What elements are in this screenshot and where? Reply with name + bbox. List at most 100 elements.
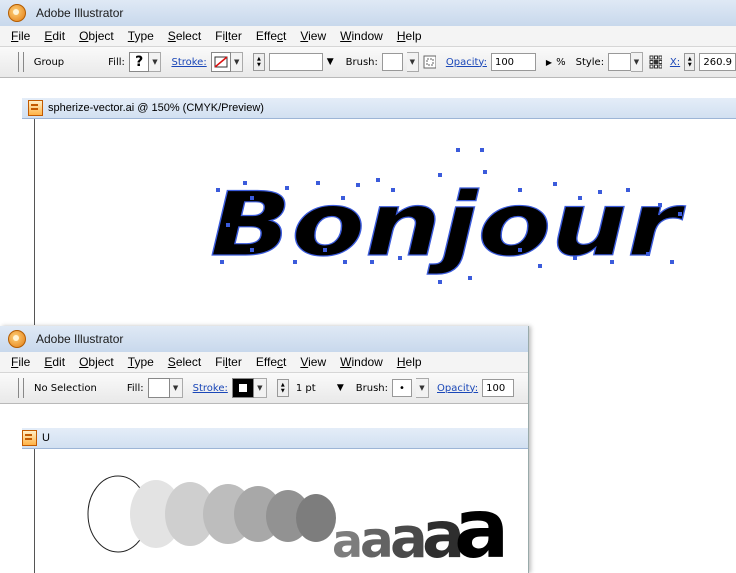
anchor-point[interactable] [376, 178, 380, 182]
fill-swatch[interactable]: ? [128, 52, 150, 72]
menu-item-filter[interactable]: Filter [208, 355, 249, 369]
anchor-point[interactable] [220, 260, 224, 264]
x-position-field[interactable]: 260.9 [699, 53, 736, 71]
palette-grip[interactable] [18, 378, 24, 398]
anchor-point[interactable] [356, 183, 360, 187]
anchor-point[interactable] [391, 188, 395, 192]
menu-item-effect[interactable]: Effect [249, 29, 293, 43]
menu-item-object[interactable]: Object [72, 29, 121, 43]
menu-item-filter[interactable]: Filter [208, 29, 249, 43]
chevron-down-icon[interactable]: ▼ [630, 52, 643, 72]
menu-item-help[interactable]: Help [390, 29, 429, 43]
fill-swatch[interactable] [147, 378, 170, 398]
reference-point-icon[interactable] [649, 55, 662, 69]
menu-item-help[interactable]: Help [390, 355, 429, 369]
opacity-field[interactable]: 100 [482, 379, 515, 397]
anchor-point[interactable] [518, 248, 522, 252]
canvas[interactable]: Bonjour [22, 119, 736, 325]
menu-item-type[interactable]: Type [121, 29, 161, 43]
stroke-label[interactable]: Stroke: [171, 57, 206, 68]
anchor-point[interactable] [573, 256, 577, 260]
anchor-point[interactable] [678, 212, 682, 216]
blend-step-letter[interactable]: a [332, 514, 363, 568]
anchor-point[interactable] [438, 173, 442, 177]
chevron-down-icon[interactable]: ▼ [327, 57, 334, 67]
anchor-point[interactable] [216, 188, 220, 192]
menu-item-file[interactable]: File [4, 355, 37, 369]
anchor-point[interactable] [578, 196, 582, 200]
opacity-label[interactable]: Opacity: [437, 383, 478, 394]
opacity-slider-arrow-icon[interactable]: ▶ [546, 58, 552, 67]
stroke-weight-stepper[interactable]: ▲ ▼ [253, 53, 265, 71]
blend-step-letter[interactable]: a [454, 482, 509, 573]
document-tab[interactable]: U [22, 428, 528, 449]
anchor-point[interactable] [250, 196, 254, 200]
menu-item-window[interactable]: Window [333, 29, 390, 43]
anchor-point[interactable] [293, 260, 297, 264]
chevron-down-icon[interactable]: ▼ [231, 52, 244, 72]
brush-field[interactable] [381, 53, 403, 71]
menu-item-effect[interactable]: Effect [249, 355, 293, 369]
menu-item-window[interactable]: Window [333, 355, 390, 369]
opacity-field[interactable]: 100 [490, 53, 536, 71]
stroke-weight-field[interactable]: 1 pt [293, 380, 333, 396]
chevron-down-icon[interactable]: ▼ [406, 52, 419, 72]
style-swatch[interactable] [608, 53, 631, 71]
anchor-point[interactable] [468, 276, 472, 280]
menu-item-file[interactable]: File [4, 29, 37, 43]
x-position-label[interactable]: X: [670, 57, 680, 68]
anchor-point[interactable] [456, 148, 460, 152]
anchor-point[interactable] [438, 280, 442, 284]
anchor-point[interactable] [398, 256, 402, 260]
stroke-swatch-none[interactable] [210, 52, 232, 72]
stroke-label[interactable]: Stroke: [193, 383, 228, 394]
anchor-point[interactable] [518, 188, 522, 192]
menu-item-edit[interactable]: Edit [37, 355, 72, 369]
chevron-down-icon[interactable]: ▼ [149, 52, 162, 72]
chevron-down-icon[interactable]: ▼ [169, 378, 183, 398]
brush-options-icon[interactable] [423, 55, 436, 69]
title-bar[interactable]: Adobe Illustrator [0, 326, 528, 352]
anchor-point[interactable] [370, 260, 374, 264]
palette-grip[interactable] [18, 52, 24, 72]
anchor-point[interactable] [226, 223, 230, 227]
anchor-point[interactable] [646, 252, 650, 256]
chevron-down-icon[interactable]: ▼ [416, 378, 429, 398]
menu-item-view[interactable]: View [293, 29, 333, 43]
brush-field[interactable]: • [392, 379, 412, 397]
anchor-point[interactable] [250, 248, 254, 252]
anchor-point[interactable] [323, 248, 327, 252]
menu-item-type[interactable]: Type [121, 355, 161, 369]
document-tab[interactable]: spherize-vector.ai @ 150% (CMYK/Preview) [22, 98, 736, 119]
anchor-point[interactable] [341, 196, 345, 200]
menu-item-object[interactable]: Object [72, 355, 121, 369]
anchor-point[interactable] [658, 203, 662, 207]
anchor-point[interactable] [598, 190, 602, 194]
stroke-weight-stepper[interactable]: ▲ ▼ [276, 379, 289, 397]
stroke-swatch[interactable] [231, 378, 254, 398]
blend-step-letter[interactable]: a [360, 511, 394, 569]
menu-item-edit[interactable]: Edit [37, 29, 72, 43]
anchor-point[interactable] [480, 148, 484, 152]
anchor-point[interactable] [626, 188, 630, 192]
anchor-point[interactable] [243, 181, 247, 185]
anchor-point[interactable] [670, 260, 674, 264]
chevron-down-icon[interactable]: ▼ [337, 383, 344, 393]
anchor-point[interactable] [285, 186, 289, 190]
anchor-point[interactable] [343, 260, 347, 264]
menu-item-view[interactable]: View [293, 355, 333, 369]
menu-item-select[interactable]: Select [161, 29, 208, 43]
anchor-point[interactable] [538, 264, 542, 268]
blend-step-circle[interactable] [296, 494, 336, 542]
opacity-label[interactable]: Opacity: [446, 57, 487, 68]
anchor-point[interactable] [316, 181, 320, 185]
menu-item-select[interactable]: Select [161, 355, 208, 369]
title-bar[interactable]: Adobe Illustrator [0, 0, 736, 26]
stroke-weight-field[interactable] [268, 53, 323, 71]
anchor-point[interactable] [553, 182, 557, 186]
artwork-bonjour[interactable]: Bonjour [209, 172, 686, 276]
x-position-stepper[interactable]: ▲ ▼ [684, 53, 696, 71]
canvas[interactable]: aaaaa [22, 449, 528, 573]
chevron-down-icon[interactable]: ▼ [253, 378, 267, 398]
anchor-point[interactable] [483, 170, 487, 174]
